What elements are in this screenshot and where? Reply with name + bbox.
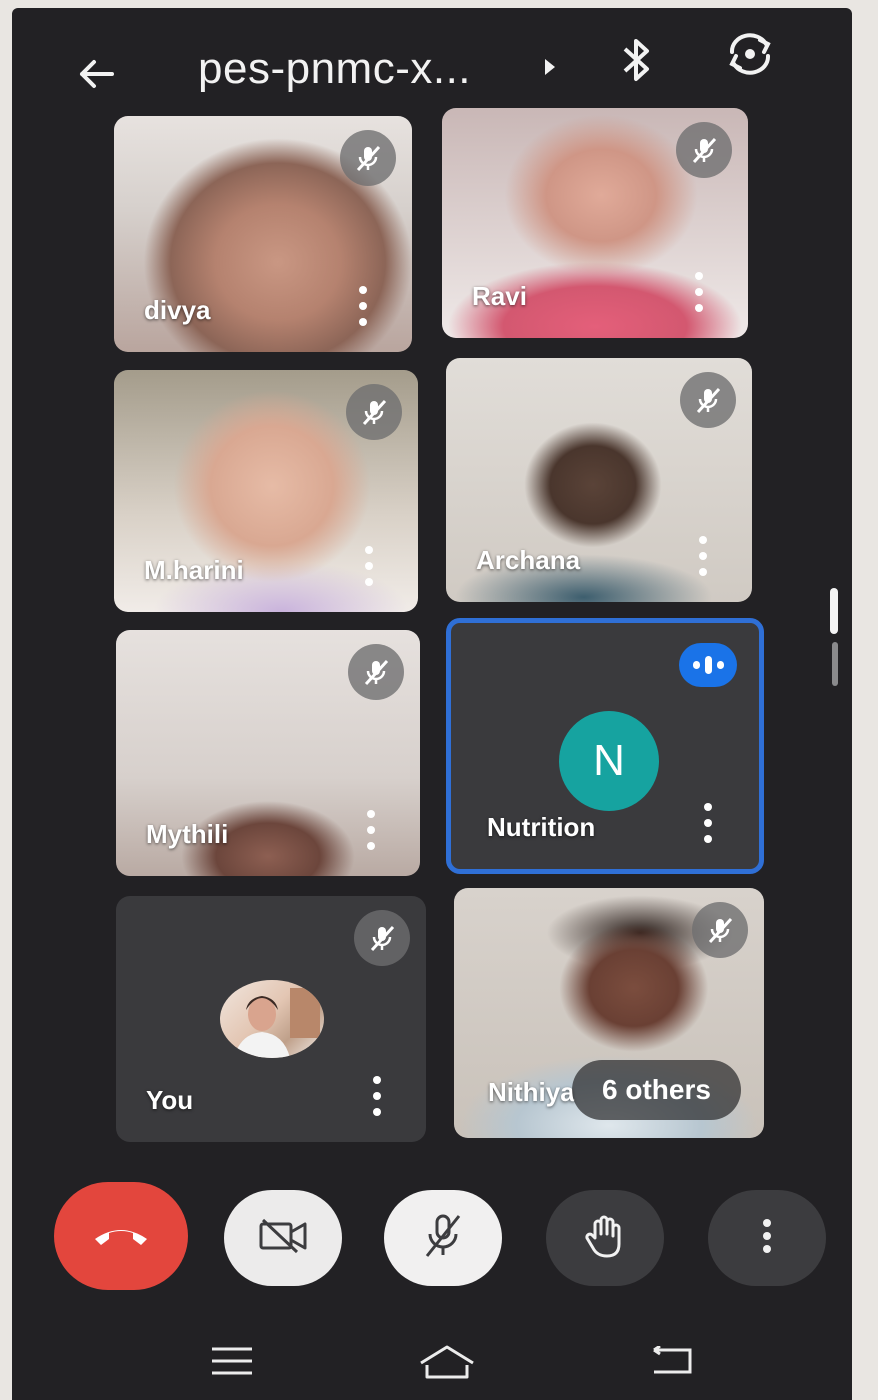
home-button[interactable]	[412, 1338, 482, 1388]
participant-tile-divya[interactable]: divya	[114, 116, 412, 352]
participant-tile-archana[interactable]: Archana	[446, 358, 752, 602]
mic-off-icon	[676, 122, 732, 178]
others-chip[interactable]: 6 others	[572, 1060, 741, 1120]
participant-tile-you[interactable]: You	[116, 896, 426, 1142]
recents-button[interactable]	[202, 1338, 262, 1388]
bluetooth-icon[interactable]	[614, 34, 658, 86]
switch-camera-icon[interactable]	[720, 24, 780, 84]
avatar: N	[559, 711, 659, 811]
participant-name: Archana	[476, 545, 581, 575]
participant-name: You	[146, 1085, 194, 1115]
mic-off-icon	[354, 910, 410, 966]
back-button[interactable]	[642, 1338, 702, 1388]
more-options-icon[interactable]	[360, 546, 378, 586]
caret-right-icon[interactable]	[540, 52, 560, 82]
avatar	[220, 980, 324, 1058]
back-icon	[650, 1344, 694, 1381]
speaking-indicator-icon	[679, 643, 737, 687]
participant-name: divya	[144, 295, 211, 325]
camera-off-icon	[257, 1216, 309, 1261]
more-options-icon[interactable]	[694, 536, 712, 576]
mic-off-icon	[348, 644, 404, 700]
participant-tile-mythili[interactable]: Mythili	[116, 630, 420, 876]
back-arrow-icon[interactable]	[74, 52, 118, 96]
top-bar: pes-pnmc-x...	[12, 8, 852, 118]
more-options-icon	[761, 1218, 773, 1259]
more-options-icon[interactable]	[690, 272, 708, 312]
participant-tile-nithiya[interactable]: Nithiya 6 others	[454, 888, 764, 1138]
participant-tile-mharini[interactable]: M.harini	[114, 370, 418, 612]
participant-name: Mythili	[146, 819, 229, 849]
more-options-icon[interactable]	[699, 803, 717, 843]
home-icon	[417, 1343, 477, 1384]
end-call-button[interactable]	[54, 1182, 188, 1290]
more-options-icon[interactable]	[354, 286, 372, 326]
raise-hand-icon	[585, 1212, 625, 1265]
more-options-icon[interactable]	[362, 810, 380, 850]
scrollbar-track	[832, 642, 838, 686]
more-options-icon[interactable]	[368, 1076, 386, 1116]
recents-icon	[210, 1346, 254, 1381]
mic-off-icon	[340, 130, 396, 186]
participant-tile-ravi[interactable]: Ravi	[442, 108, 748, 338]
mic-toggle-button[interactable]	[384, 1190, 502, 1286]
participant-name: Nutrition	[487, 812, 596, 842]
mic-off-icon	[421, 1212, 465, 1265]
phone-screen: pes-pnmc-x... divya Ravi M.harini Archan…	[12, 8, 852, 1400]
end-call-icon	[91, 1219, 151, 1254]
participant-name: Ravi	[472, 281, 527, 311]
meeting-title[interactable]: pes-pnmc-x...	[198, 44, 471, 94]
more-options-button[interactable]	[708, 1190, 826, 1286]
participant-tile-nutrition[interactable]: N Nutrition	[446, 618, 764, 874]
scrollbar-thumb[interactable]	[830, 588, 838, 634]
mic-off-icon	[346, 384, 402, 440]
mic-off-icon	[680, 372, 736, 428]
mic-off-icon	[692, 902, 748, 958]
participant-name: M.harini	[144, 555, 244, 585]
camera-toggle-button[interactable]	[224, 1190, 342, 1286]
raise-hand-button[interactable]	[546, 1190, 664, 1286]
participant-name: Nithiya	[488, 1077, 575, 1107]
